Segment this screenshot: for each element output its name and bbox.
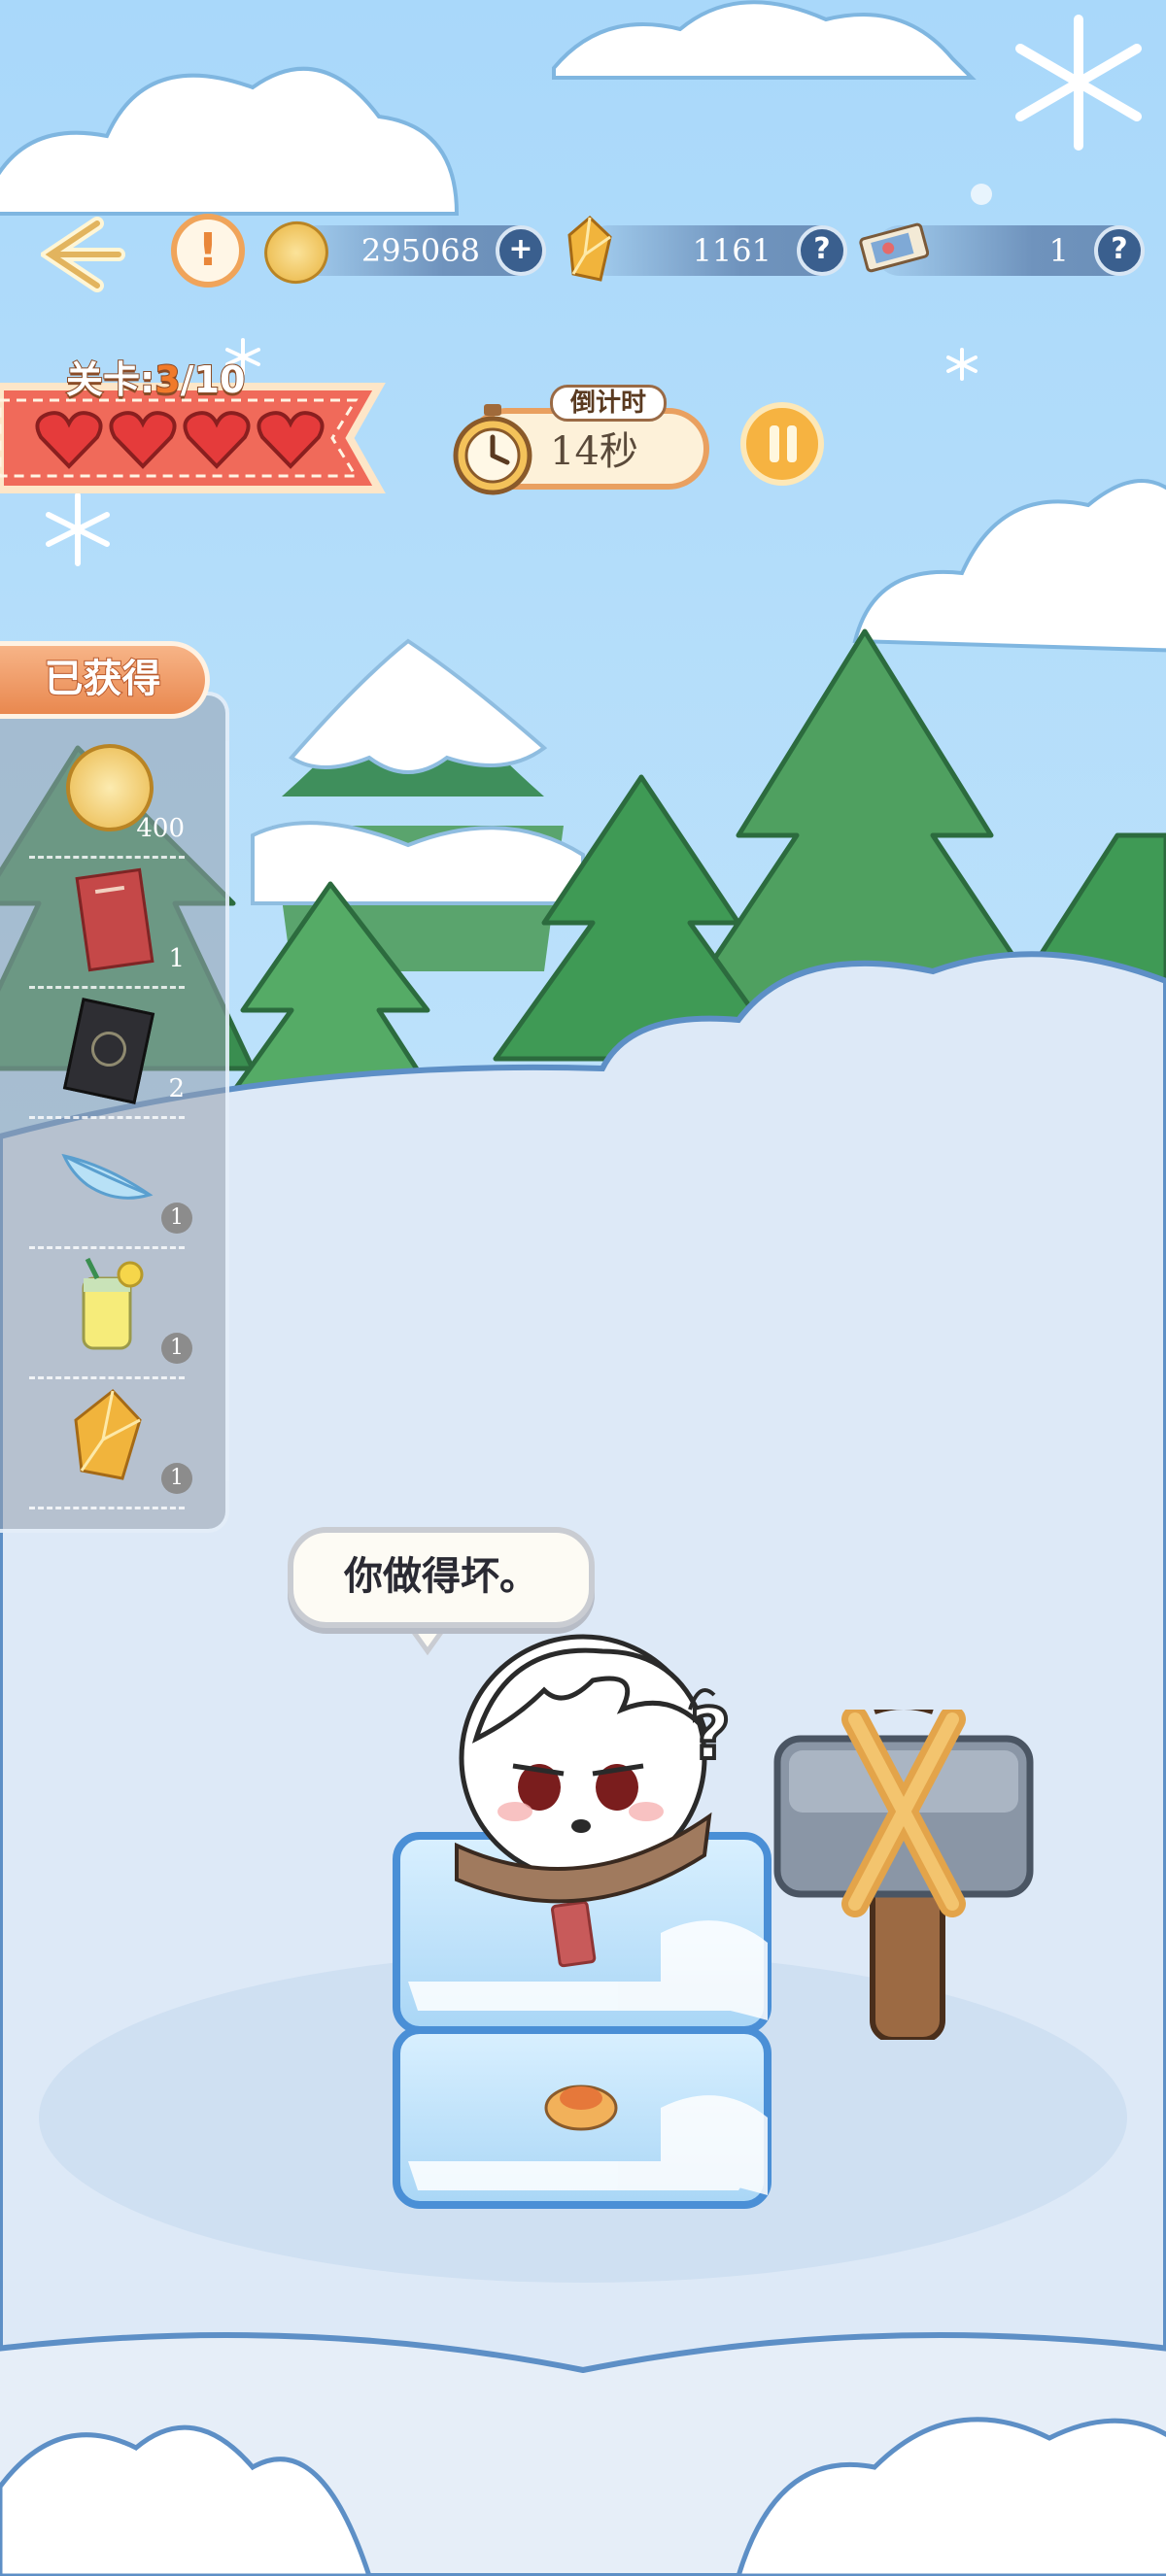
item-count: 1 (161, 1333, 192, 1364)
ticket-value: 1 (1048, 232, 1069, 269)
lives-row (35, 410, 346, 472)
question-mark-icon: ? (690, 1693, 731, 1775)
heart-icon (257, 411, 325, 469)
level-total: /10 (180, 357, 247, 402)
acquired-item: 400 (29, 730, 194, 861)
ticket-help-button[interactable]: ? (1094, 225, 1145, 276)
acquired-item: 1 (29, 861, 194, 991)
countdown-value: 14秒 (550, 429, 638, 474)
item-count: 400 (136, 814, 185, 843)
add-coins-button[interactable]: + (496, 225, 546, 276)
item-count: 2 (168, 1074, 185, 1103)
ticket-icon (859, 222, 929, 273)
level-label: 关卡: (65, 357, 155, 402)
back-arrow-icon[interactable] (41, 216, 128, 293)
heart-icon (109, 411, 177, 469)
acquired-item: 2 (29, 991, 194, 1121)
pause-button[interactable] (740, 402, 824, 486)
speech-bubble: 你做得坏。 (288, 1527, 595, 1628)
crystal-help-button[interactable]: ? (797, 225, 847, 276)
stopwatch-icon (453, 404, 532, 495)
amber-crystal-icon (74, 1388, 142, 1480)
heart-icon (183, 411, 251, 469)
crystal-value: 1161 (692, 232, 772, 269)
countdown-label: 倒计时 (550, 385, 667, 422)
acquired-item: 1 (29, 1121, 194, 1251)
amber-crystal-icon (567, 216, 612, 282)
level-indicator: 关卡:3/10 (65, 350, 247, 403)
red-book-icon (58, 866, 155, 972)
acquired-item: 1 (29, 1381, 194, 1511)
pause-icon (766, 425, 803, 462)
level-current: 3 (154, 357, 181, 402)
item-count: 1 (168, 944, 185, 973)
black-card-icon (58, 997, 155, 1104)
feather-icon (61, 1153, 154, 1200)
item-count: 1 (161, 1203, 192, 1234)
acquired-item: 1 (29, 1251, 194, 1381)
acquired-title: 已获得 (0, 641, 210, 719)
coin-value: 295068 (360, 232, 480, 269)
item-count: 1 (161, 1463, 192, 1494)
hammer-tool[interactable] (768, 1710, 1040, 2040)
heart-icon (35, 411, 103, 469)
lemonade-icon (82, 1257, 144, 1350)
info-warning-button[interactable]: ! (171, 214, 245, 288)
